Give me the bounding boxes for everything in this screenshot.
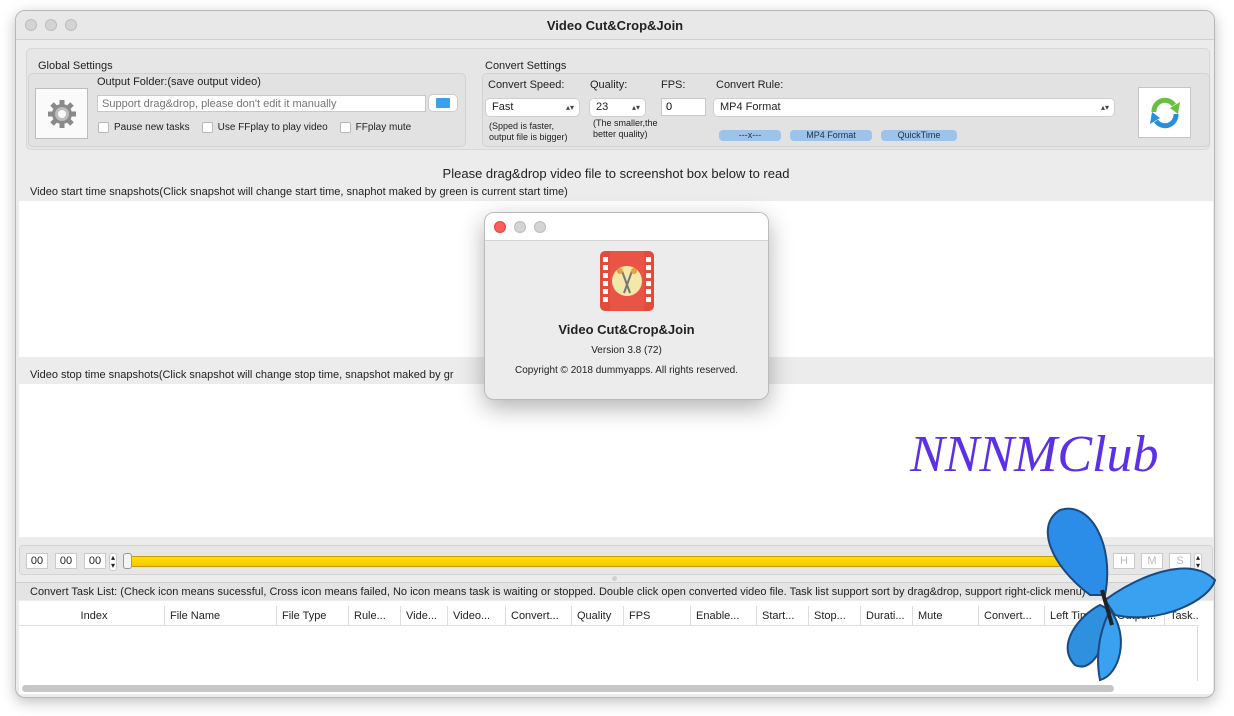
fps-input[interactable] (661, 98, 706, 116)
about-dialog: Video Cut&Crop&Join Version 3.8 (72) Cop… (484, 212, 769, 400)
quality-select[interactable]: 23 ▴▾ (590, 99, 645, 116)
title-bar: Video Cut&Crop&Join (16, 11, 1214, 40)
speed-label: Convert Speed: (488, 79, 565, 91)
rule-select[interactable]: MP4 Format ▴▾ (714, 99, 1114, 116)
horizontal-scrollbar[interactable] (22, 685, 1114, 692)
column-header[interactable]: Rule... (348, 606, 400, 626)
rule-tag[interactable]: QuickTime (881, 130, 957, 141)
updown-icon: ▴▾ (565, 103, 574, 112)
fps-label: FPS: (661, 79, 686, 91)
about-app-name: Video Cut&Crop&Join (558, 322, 695, 337)
column-header[interactable]: Stop... (808, 606, 860, 626)
global-settings-title: Global Settings (38, 60, 113, 72)
stop-snapshots-label: Video stop time snapshots(Click snapshot… (30, 369, 454, 381)
split-handle[interactable] (612, 576, 617, 581)
rule-value: MP4 Format (720, 101, 781, 113)
folder-icon (436, 98, 450, 108)
rule-tag[interactable]: ---x--- (719, 130, 781, 141)
convert-settings-title: Convert Settings (485, 60, 567, 72)
column-header[interactable]: Video... (447, 606, 505, 626)
updown-icon: ▴▾ (631, 103, 640, 112)
speed-value: Fast (492, 101, 514, 113)
output-folder-input[interactable] (97, 95, 426, 112)
drop-hint: Please drag&drop video file to screensho… (442, 166, 790, 181)
speed-select[interactable]: Fast ▴▾ (486, 99, 579, 116)
column-header[interactable]: Quality (571, 606, 623, 626)
slider-handle[interactable] (123, 553, 132, 569)
speed-hint: (Spped is faster, output file is bigger) (489, 121, 568, 142)
about-copyright: Copyright © 2018 dummyapps. All rights r… (514, 365, 739, 376)
pause-new-tasks-checkbox[interactable]: Pause new tasks (98, 122, 190, 133)
column-header[interactable]: File Type (276, 606, 348, 626)
gear-icon (47, 99, 76, 128)
column-header[interactable]: Convert... (505, 606, 571, 626)
quality-value: 23 (596, 101, 609, 113)
column-header[interactable]: File Name (164, 606, 276, 626)
start-minute-field[interactable]: 00 (55, 553, 77, 569)
checkbox-label: Use FFplay to play video (217, 122, 328, 133)
column-header[interactable]: Enable... (690, 606, 756, 626)
quality-hint: (The smaller,the better quality) (593, 118, 658, 139)
ffplay-mute-checkbox[interactable]: FFplay mute (339, 122, 412, 133)
about-title-bar (485, 213, 768, 241)
column-header[interactable]: Mute (912, 606, 978, 626)
watermark: NNNMClub (910, 426, 1159, 483)
updown-icon: ▴▾ (1100, 103, 1109, 112)
about-zoom-button (534, 221, 546, 233)
column-header[interactable]: Index (19, 606, 164, 626)
column-header[interactable]: FPS (623, 606, 690, 626)
refresh-icon (1149, 97, 1180, 128)
start-time-stepper[interactable]: ▴ ▾ (109, 553, 118, 571)
checkbox-label: FFplay mute (355, 122, 412, 133)
minimize-button[interactable] (45, 19, 57, 31)
butterfly-image (1046, 507, 1217, 682)
zoom-button[interactable] (65, 19, 77, 31)
checkbox-label: Pause new tasks (114, 122, 190, 133)
output-folder-label: Output Folder:(save output video) (97, 76, 261, 88)
start-hour-field[interactable]: 00 (26, 553, 48, 569)
about-minimize-button (514, 221, 526, 233)
browse-folder-button[interactable] (429, 95, 457, 111)
about-version: Version 3.8 (72) (591, 345, 662, 356)
column-header[interactable]: Start... (756, 606, 808, 626)
start-second-field[interactable]: 00 (84, 553, 106, 569)
window-title: Video Cut&Crop&Join (546, 18, 684, 33)
app-icon (599, 251, 654, 311)
rule-tag[interactable]: MP4 Format (790, 130, 872, 141)
convert-button[interactable] (1138, 87, 1191, 138)
quality-label: Quality: (590, 79, 628, 91)
start-snapshots-label: Video start time snapshots(Click snapsho… (30, 186, 568, 198)
use-ffplay-checkbox[interactable]: Use FFplay to play video (201, 122, 328, 133)
settings-gear-button[interactable] (35, 88, 88, 139)
time-range-slider[interactable] (126, 556, 1106, 567)
column-header[interactable]: Durati... (860, 606, 912, 626)
about-close-button[interactable] (494, 221, 506, 233)
column-header[interactable]: Vide... (400, 606, 447, 626)
rule-label: Convert Rule: (716, 79, 784, 91)
close-button[interactable] (25, 19, 37, 31)
